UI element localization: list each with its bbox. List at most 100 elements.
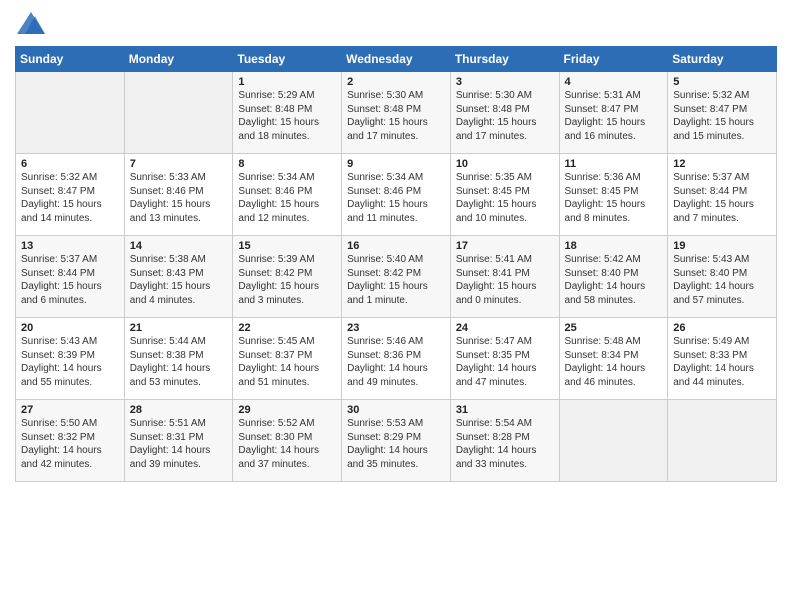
day-info: Sunrise: 5:33 AMSunset: 8:46 PMDaylight:… — [130, 171, 228, 225]
day-number: 20 — [21, 322, 119, 334]
day-number: 2 — [347, 76, 445, 88]
calendar-cell: 20 Sunrise: 5:43 AMSunset: 8:39 PMDaylig… — [16, 318, 125, 400]
calendar-cell: 11 Sunrise: 5:36 AMSunset: 8:45 PMDaylig… — [559, 154, 668, 236]
day-number: 11 — [565, 158, 663, 170]
calendar-cell: 30 Sunrise: 5:53 AMSunset: 8:29 PMDaylig… — [342, 400, 451, 482]
day-number: 13 — [21, 240, 119, 252]
day-info: Sunrise: 5:32 AMSunset: 8:47 PMDaylight:… — [21, 171, 119, 225]
day-info: Sunrise: 5:46 AMSunset: 8:36 PMDaylight:… — [347, 335, 445, 389]
day-number: 8 — [238, 158, 336, 170]
calendar-cell: 31 Sunrise: 5:54 AMSunset: 8:28 PMDaylig… — [450, 400, 559, 482]
calendar-cell — [559, 400, 668, 482]
day-info: Sunrise: 5:31 AMSunset: 8:47 PMDaylight:… — [565, 89, 663, 143]
day-info: Sunrise: 5:54 AMSunset: 8:28 PMDaylight:… — [456, 417, 554, 471]
day-number: 14 — [130, 240, 228, 252]
day-info: Sunrise: 5:36 AMSunset: 8:45 PMDaylight:… — [565, 171, 663, 225]
day-number: 28 — [130, 404, 228, 416]
day-number: 29 — [238, 404, 336, 416]
day-number: 27 — [21, 404, 119, 416]
day-info: Sunrise: 5:39 AMSunset: 8:42 PMDaylight:… — [238, 253, 336, 307]
day-number: 23 — [347, 322, 445, 334]
day-number: 19 — [673, 240, 771, 252]
day-info: Sunrise: 5:44 AMSunset: 8:38 PMDaylight:… — [130, 335, 228, 389]
calendar-cell — [124, 72, 233, 154]
day-info: Sunrise: 5:48 AMSunset: 8:34 PMDaylight:… — [565, 335, 663, 389]
day-info: Sunrise: 5:30 AMSunset: 8:48 PMDaylight:… — [347, 89, 445, 143]
day-number: 24 — [456, 322, 554, 334]
day-number: 6 — [21, 158, 119, 170]
calendar-cell: 21 Sunrise: 5:44 AMSunset: 8:38 PMDaylig… — [124, 318, 233, 400]
day-info: Sunrise: 5:29 AMSunset: 8:48 PMDaylight:… — [238, 89, 336, 143]
day-info: Sunrise: 5:42 AMSunset: 8:40 PMDaylight:… — [565, 253, 663, 307]
calendar-cell: 22 Sunrise: 5:45 AMSunset: 8:37 PMDaylig… — [233, 318, 342, 400]
day-info: Sunrise: 5:30 AMSunset: 8:48 PMDaylight:… — [456, 89, 554, 143]
calendar-cell: 27 Sunrise: 5:50 AMSunset: 8:32 PMDaylig… — [16, 400, 125, 482]
day-info: Sunrise: 5:43 AMSunset: 8:39 PMDaylight:… — [21, 335, 119, 389]
day-info: Sunrise: 5:32 AMSunset: 8:47 PMDaylight:… — [673, 89, 771, 143]
day-info: Sunrise: 5:53 AMSunset: 8:29 PMDaylight:… — [347, 417, 445, 471]
day-number: 15 — [238, 240, 336, 252]
day-info: Sunrise: 5:47 AMSunset: 8:35 PMDaylight:… — [456, 335, 554, 389]
day-info: Sunrise: 5:38 AMSunset: 8:43 PMDaylight:… — [130, 253, 228, 307]
day-number: 4 — [565, 76, 663, 88]
calendar-cell: 10 Sunrise: 5:35 AMSunset: 8:45 PMDaylig… — [450, 154, 559, 236]
page-header — [15, 10, 777, 38]
day-info: Sunrise: 5:37 AMSunset: 8:44 PMDaylight:… — [673, 171, 771, 225]
calendar-cell: 6 Sunrise: 5:32 AMSunset: 8:47 PMDayligh… — [16, 154, 125, 236]
calendar-cell: 29 Sunrise: 5:52 AMSunset: 8:30 PMDaylig… — [233, 400, 342, 482]
day-info: Sunrise: 5:41 AMSunset: 8:41 PMDaylight:… — [456, 253, 554, 307]
weekday-header-thursday: Thursday — [450, 47, 559, 72]
calendar-cell: 19 Sunrise: 5:43 AMSunset: 8:40 PMDaylig… — [668, 236, 777, 318]
weekday-header-wednesday: Wednesday — [342, 47, 451, 72]
calendar-cell: 14 Sunrise: 5:38 AMSunset: 8:43 PMDaylig… — [124, 236, 233, 318]
calendar-cell: 28 Sunrise: 5:51 AMSunset: 8:31 PMDaylig… — [124, 400, 233, 482]
calendar-week-row: 6 Sunrise: 5:32 AMSunset: 8:47 PMDayligh… — [16, 154, 777, 236]
calendar-cell: 15 Sunrise: 5:39 AMSunset: 8:42 PMDaylig… — [233, 236, 342, 318]
day-info: Sunrise: 5:34 AMSunset: 8:46 PMDaylight:… — [347, 171, 445, 225]
weekday-header-friday: Friday — [559, 47, 668, 72]
day-number: 16 — [347, 240, 445, 252]
day-info: Sunrise: 5:49 AMSunset: 8:33 PMDaylight:… — [673, 335, 771, 389]
calendar-cell: 1 Sunrise: 5:29 AMSunset: 8:48 PMDayligh… — [233, 72, 342, 154]
calendar-cell: 3 Sunrise: 5:30 AMSunset: 8:48 PMDayligh… — [450, 72, 559, 154]
calendar-cell: 13 Sunrise: 5:37 AMSunset: 8:44 PMDaylig… — [16, 236, 125, 318]
calendar-cell: 18 Sunrise: 5:42 AMSunset: 8:40 PMDaylig… — [559, 236, 668, 318]
day-number: 10 — [456, 158, 554, 170]
calendar-cell: 12 Sunrise: 5:37 AMSunset: 8:44 PMDaylig… — [668, 154, 777, 236]
calendar-cell: 9 Sunrise: 5:34 AMSunset: 8:46 PMDayligh… — [342, 154, 451, 236]
logo — [15, 10, 51, 38]
calendar-cell: 5 Sunrise: 5:32 AMSunset: 8:47 PMDayligh… — [668, 72, 777, 154]
day-info: Sunrise: 5:37 AMSunset: 8:44 PMDaylight:… — [21, 253, 119, 307]
calendar-cell: 4 Sunrise: 5:31 AMSunset: 8:47 PMDayligh… — [559, 72, 668, 154]
day-info: Sunrise: 5:40 AMSunset: 8:42 PMDaylight:… — [347, 253, 445, 307]
day-number: 25 — [565, 322, 663, 334]
day-info: Sunrise: 5:51 AMSunset: 8:31 PMDaylight:… — [130, 417, 228, 471]
day-number: 18 — [565, 240, 663, 252]
calendar-week-row: 1 Sunrise: 5:29 AMSunset: 8:48 PMDayligh… — [16, 72, 777, 154]
calendar-cell — [668, 400, 777, 482]
day-info: Sunrise: 5:34 AMSunset: 8:46 PMDaylight:… — [238, 171, 336, 225]
day-number: 3 — [456, 76, 554, 88]
day-number: 17 — [456, 240, 554, 252]
weekday-header-saturday: Saturday — [668, 47, 777, 72]
calendar-table: SundayMondayTuesdayWednesdayThursdayFrid… — [15, 46, 777, 482]
calendar-cell: 17 Sunrise: 5:41 AMSunset: 8:41 PMDaylig… — [450, 236, 559, 318]
calendar-cell: 16 Sunrise: 5:40 AMSunset: 8:42 PMDaylig… — [342, 236, 451, 318]
weekday-header-row: SundayMondayTuesdayWednesdayThursdayFrid… — [16, 47, 777, 72]
day-info: Sunrise: 5:35 AMSunset: 8:45 PMDaylight:… — [456, 171, 554, 225]
day-number: 22 — [238, 322, 336, 334]
day-info: Sunrise: 5:50 AMSunset: 8:32 PMDaylight:… — [21, 417, 119, 471]
logo-icon — [15, 10, 47, 38]
calendar-cell: 8 Sunrise: 5:34 AMSunset: 8:46 PMDayligh… — [233, 154, 342, 236]
day-number: 1 — [238, 76, 336, 88]
day-info: Sunrise: 5:45 AMSunset: 8:37 PMDaylight:… — [238, 335, 336, 389]
day-number: 21 — [130, 322, 228, 334]
calendar-cell — [16, 72, 125, 154]
calendar-cell: 7 Sunrise: 5:33 AMSunset: 8:46 PMDayligh… — [124, 154, 233, 236]
day-number: 7 — [130, 158, 228, 170]
calendar-cell: 23 Sunrise: 5:46 AMSunset: 8:36 PMDaylig… — [342, 318, 451, 400]
calendar-cell: 2 Sunrise: 5:30 AMSunset: 8:48 PMDayligh… — [342, 72, 451, 154]
calendar-cell: 26 Sunrise: 5:49 AMSunset: 8:33 PMDaylig… — [668, 318, 777, 400]
day-number: 5 — [673, 76, 771, 88]
day-info: Sunrise: 5:52 AMSunset: 8:30 PMDaylight:… — [238, 417, 336, 471]
